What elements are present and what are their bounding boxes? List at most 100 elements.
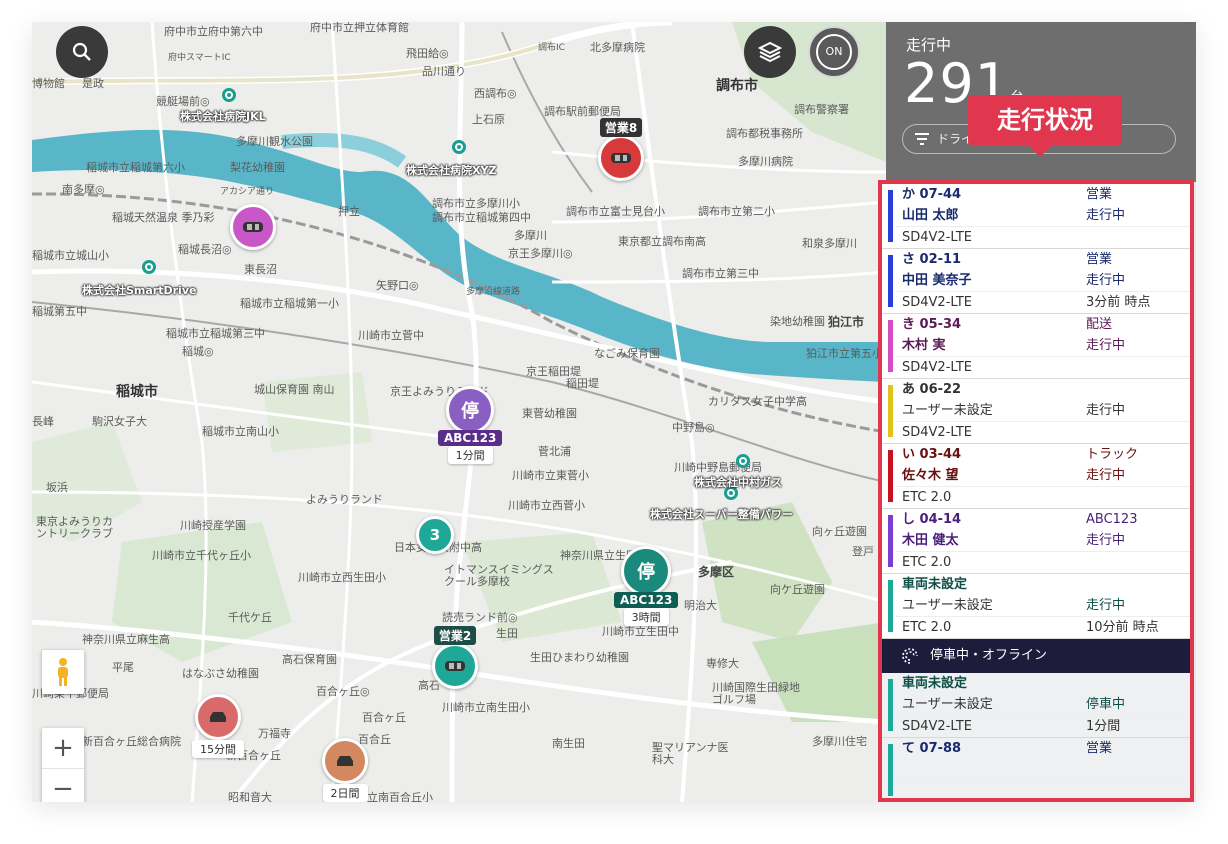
vehicle-device: SD4V2-LTE — [902, 425, 972, 440]
vehicle-list-item[interactable]: て 07-88 営業 — [882, 738, 1190, 798]
map-label: 調布都税事務所 — [726, 127, 803, 140]
vehicle-plate: あ 06-22 — [902, 382, 962, 397]
map-label: 調布市立第三中 — [682, 267, 759, 280]
vehicle-row: 木村 実 走行中 — [896, 335, 1190, 356]
map-label: 川崎市立南生田小 — [442, 701, 530, 714]
cluster-marker[interactable]: 3 — [416, 516, 454, 554]
pegman-icon — [58, 658, 68, 686]
vehicle-list-item[interactable]: 車両未設定 ユーザー未設定 停車中 SD4V2-LTE 1分間 — [882, 673, 1190, 738]
map-label: 明治大 — [684, 599, 717, 612]
vehicle-marker[interactable] — [230, 204, 276, 250]
vehicle-extra — [1086, 487, 1190, 508]
map-label: 狛江市立第五小 — [806, 347, 883, 360]
vehicle-extra — [1086, 357, 1190, 378]
zoom-in-button[interactable]: + — [42, 728, 84, 768]
vehicle-row: い 03-44 トラック — [896, 444, 1190, 465]
map-label: 京王多摩川◎ — [508, 247, 573, 260]
search-button[interactable] — [56, 26, 108, 78]
vehicle-status: 走行中 — [1086, 468, 1126, 483]
map-label: 調布警察署 — [794, 103, 849, 116]
map-label: 競艇場前◎ — [156, 95, 210, 108]
map-label: 東菅幼稚園 — [522, 407, 577, 420]
vehicle-list[interactable]: か 07-44 営業 山田 太郎 走行中 SD4V2-LTE さ 02-11 営業 中田 美奈… — [878, 180, 1194, 802]
map-view[interactable]: 府中市立府中第六中 府中市立押立体育館 飛田給◎ 品川通り 北多摩病院 調布IC… — [32, 22, 886, 802]
parked-marker[interactable]: 15分間 — [192, 694, 244, 758]
vehicle-row: き 05-34 配送 — [896, 314, 1190, 335]
vehicle-list-item[interactable]: さ 02-11 営業 中田 美奈子 走行中 SD4V2-LTE 3分前 時点 — [882, 249, 1190, 314]
map-label: 府中市立押立体育館 — [310, 22, 409, 34]
map-label: 百合ヶ丘 — [362, 711, 406, 724]
map-label: 川崎市立菅中 — [358, 329, 424, 342]
map-label: 調布市立多摩川小 — [432, 197, 520, 210]
map-label: 稲城市立稲城第六小 — [86, 161, 185, 174]
vehicle-type: トラック — [1086, 447, 1139, 462]
vehicle-device: ETC 2.0 — [902, 555, 952, 570]
map-label: 調布市 — [716, 78, 758, 94]
vehicle-status: 走行中 — [1086, 598, 1126, 613]
vehicle-row: ETC 2.0 — [896, 551, 1190, 573]
vehicle-list-item[interactable]: し 04-14 ABC123 木田 健太 走行中 ETC 2.0 — [882, 509, 1190, 574]
map-label: 多摩川住宅 — [812, 735, 867, 748]
map-label: イトマンスイミングスクール多摩校 — [444, 563, 554, 588]
map-label: 稲城市立南山小 — [202, 425, 279, 438]
street-view-button[interactable] — [42, 650, 84, 694]
vehicle-color-bar — [888, 190, 893, 242]
vehicle-color-bar — [888, 450, 893, 502]
vehicle-plate: し 04-14 — [902, 512, 962, 527]
parked-marker-abc123[interactable]: 停 ABC123 1分間 — [438, 386, 503, 464]
parked-marker-abc123-2[interactable]: 停 ABC123 3時間 — [614, 546, 679, 626]
map-label: 東長沼 — [244, 263, 277, 276]
vehicle-device — [896, 781, 1086, 798]
map-label: 東京よみうりカントリークラブ — [36, 515, 113, 540]
vehicle-list-item[interactable]: き 05-34 配送 木村 実 走行中 SD4V2-LTE — [882, 314, 1190, 379]
map-label: 和泉多摩川 — [802, 237, 857, 250]
vehicle-row: 中田 美奈子 走行中 — [896, 270, 1190, 291]
map-label: 坂浜 — [46, 481, 68, 494]
company-label: 株式会社病院JKL — [180, 110, 266, 123]
map-label: 中野島◎ — [672, 421, 715, 434]
vehicle-extra: 3分前 時点 — [1086, 295, 1151, 310]
map-label: アカシア通り — [220, 187, 275, 197]
offline-section-header: 停車中・オフライン — [882, 639, 1190, 673]
map-label: 百合ヶ丘◎ — [316, 685, 370, 698]
vehicle-row — [896, 759, 1190, 780]
vehicle-list-item[interactable]: あ 06-22 ユーザー未設定 走行中 SD4V2-LTE — [882, 379, 1190, 444]
vehicle-status: 停車中 — [1086, 697, 1126, 712]
layers-button[interactable] — [744, 26, 796, 78]
map-label: 昭和音大 — [228, 791, 272, 803]
map-label: 新百合ヶ丘総合病院 — [82, 735, 181, 748]
vehicle-marker-sales8[interactable]: 営業8 — [598, 118, 644, 181]
vehicle-list-item[interactable]: か 07-44 営業 山田 太郎 走行中 SD4V2-LTE — [882, 184, 1190, 249]
vehicle-row: ユーザー未設定 走行中 — [896, 400, 1190, 421]
vehicle-row: SD4V2-LTE — [896, 356, 1190, 378]
poi-marker[interactable] — [452, 140, 466, 154]
vehicle-color-bar — [888, 744, 893, 796]
vehicle-marker-sales2[interactable]: 営業2 — [432, 626, 478, 689]
map-label: 川崎市立千代ヶ丘小 — [152, 549, 251, 562]
live-toggle-button[interactable]: ON — [808, 26, 860, 78]
map-label: 稲城長沼◎ — [178, 243, 232, 256]
vehicle-plate: き 05-34 — [902, 317, 962, 332]
parked-marker[interactable]: 2日間 — [322, 738, 368, 802]
poi-marker[interactable] — [142, 260, 156, 274]
poi-marker[interactable] — [736, 454, 750, 468]
vehicle-plate: 車両未設定 — [902, 577, 968, 592]
vehicle-type: 営業 — [1086, 252, 1113, 267]
vehicle-driver: 山田 太郎 — [902, 208, 959, 223]
map-label: 南多摩◎ — [62, 183, 105, 196]
poi-marker[interactable] — [222, 88, 236, 102]
map-label: よみうりランド — [306, 493, 383, 506]
vehicle-device: SD4V2-LTE — [902, 230, 972, 245]
vehicle-status: 走行中 — [1086, 338, 1126, 353]
vehicle-plate: 車両未設定 — [902, 676, 968, 691]
vehicle-list-item[interactable]: 車両未設定 ユーザー未設定 走行中 ETC 2.0 10分前 時点 — [882, 574, 1190, 639]
vehicle-row: 山田 太郎 走行中 — [896, 205, 1190, 226]
company-label: 株式会社病院XYZ — [406, 164, 497, 177]
vehicle-plate: い 03-44 — [902, 447, 962, 462]
vehicle-row: 木田 健太 走行中 — [896, 530, 1190, 551]
map-label: 稲城市立稲城第三中 — [166, 327, 265, 340]
zoom-out-button[interactable]: − — [42, 768, 84, 802]
vehicle-list-item[interactable]: い 03-44 トラック 佐々木 望 走行中 ETC 2.0 — [882, 444, 1190, 509]
map-label: 川崎市立生田中 — [602, 625, 679, 638]
map-label: 是政 — [82, 77, 104, 90]
